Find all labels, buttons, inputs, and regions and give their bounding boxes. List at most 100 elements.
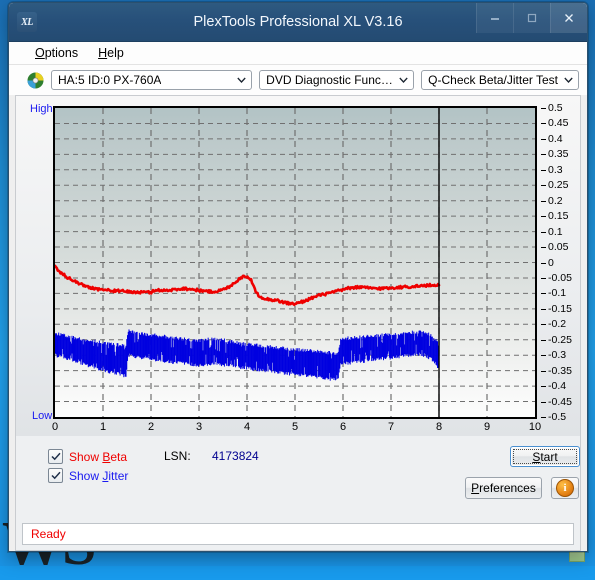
y-axis-tick-mark <box>541 154 546 156</box>
y-axis-tick-label: -0.15 <box>548 302 572 315</box>
x-axis-tick-label: 2 <box>147 421 155 433</box>
y-axis-tick-mark <box>541 293 546 295</box>
menu-bar: Options Help <box>9 42 587 65</box>
y-axis-tick-mark <box>541 308 546 310</box>
test-select-value: Q-Check Beta/Jitter Test <box>428 73 558 87</box>
chevron-down-icon <box>237 77 246 83</box>
y-axis-tick-mark <box>541 417 546 418</box>
application-window: XL PlexTools Professional XL V3.16 Optio… <box>8 2 588 552</box>
disc-icon <box>27 72 44 88</box>
content-panel: High Low 0.5 0.45 0.4 0.35 0.3 0.25 0.2 0.15 0.1… <box>15 95 581 551</box>
y-axis-tick-label: 0.3 <box>548 163 563 176</box>
x-axis-tick-label: 1 <box>99 421 107 433</box>
drive-select[interactable]: HA:5 ID:0 PX-760A <box>51 70 253 90</box>
show-jitter-checkbox-row[interactable]: Show Jitter <box>48 468 128 483</box>
x-axis-tick-label: 5 <box>291 421 299 433</box>
menu-item-options[interactable]: Options <box>35 46 78 60</box>
y-axis-tick-label: 0 <box>548 256 554 269</box>
y-axis-tick-label: -0.05 <box>548 271 572 284</box>
y-axis-tick-label: -0.5 <box>548 411 567 423</box>
minimize-icon[interactable] <box>476 3 513 33</box>
lsn-value: 4173824 <box>212 449 259 463</box>
y-axis-tick-mark <box>541 401 546 403</box>
y-axis-tick-mark <box>541 247 546 249</box>
show-jitter-label: Show Jitter <box>69 468 129 483</box>
y-axis-tick-label: -0.35 <box>548 364 572 377</box>
x-axis-tick-label: 6 <box>339 421 347 433</box>
show-beta-label-rest: eta <box>110 449 128 464</box>
x-axis-tick-label: 8 <box>435 421 443 433</box>
y-axis-tick-mark <box>541 169 546 171</box>
y-axis-tick-mark <box>541 200 546 202</box>
preferences-button-label: Preferences <box>471 481 536 495</box>
preferences-button-label-rest: references <box>479 481 536 495</box>
drive-select-value: HA:5 ID:0 PX-760A <box>58 73 162 87</box>
y-axis-tick-label: 0.15 <box>548 210 569 223</box>
y-axis-tick-label: 0.05 <box>548 241 569 254</box>
menu-item-options-label: ptions <box>44 46 79 60</box>
y-axis-tick-label: 0.45 <box>548 117 569 130</box>
chart-plot-area[interactable] <box>53 106 537 419</box>
info-icon: i <box>556 479 574 497</box>
y-axis-tick-mark <box>541 185 546 187</box>
chevron-down-icon <box>399 77 408 83</box>
status-text: Ready <box>31 527 66 541</box>
y-axis-tick-label: 0.4 <box>548 132 563 145</box>
y-axis-tick-mark <box>541 231 546 233</box>
y-axis-tick-label: -0.3 <box>548 349 567 362</box>
close-icon[interactable] <box>550 3 587 33</box>
y-axis-tick-label: 0.5 <box>548 102 563 114</box>
y-axis-tick-label: 0.25 <box>548 179 569 192</box>
info-button[interactable]: i <box>551 477 579 499</box>
focus-ring <box>513 449 577 464</box>
graph-panel: High Low 0.5 0.45 0.4 0.35 0.3 0.25 0.2 0.15 0.1… <box>16 96 580 436</box>
status-bar: Ready <box>22 523 574 545</box>
x-axis-tick-label: 9 <box>483 421 491 433</box>
axis-label-high: High <box>30 103 53 115</box>
y-axis-tick-label: 0.2 <box>548 194 563 207</box>
y-axis-tick-mark <box>541 339 546 341</box>
checkmark-icon <box>50 471 61 480</box>
y-axis-tick-label: 0.35 <box>548 148 569 161</box>
y-axis-tick-mark <box>541 108 546 109</box>
title-bar[interactable]: XL PlexTools Professional XL V3.16 <box>9 3 587 42</box>
toolbar: HA:5 ID:0 PX-760A DVD Diagnostic Functio… <box>9 65 587 95</box>
y-axis-tick-label: -0.4 <box>548 380 567 393</box>
y-axis-tick-mark <box>541 370 546 372</box>
window-button-group <box>476 3 587 41</box>
y-axis-tick-mark <box>541 216 546 218</box>
x-axis-tick-label: 3 <box>195 421 203 433</box>
controls-area: Show Beta Show Jitter LSN: 4173824 Start… <box>16 436 580 519</box>
y-axis-tick-label: -0.2 <box>548 318 567 331</box>
show-jitter-checkbox[interactable] <box>48 468 63 483</box>
show-beta-checkbox[interactable] <box>48 449 63 464</box>
show-beta-label: Show Beta <box>69 449 128 464</box>
y-axis-tick-mark <box>541 138 546 140</box>
chart-svg <box>55 108 535 417</box>
test-select[interactable]: Q-Check Beta/Jitter Test <box>421 70 579 90</box>
show-jitter-label-rest: itter <box>108 468 129 483</box>
y-axis-tick-mark <box>541 277 546 279</box>
y-axis-tick-mark <box>541 355 546 357</box>
preferences-button[interactable]: Preferences <box>465 477 542 499</box>
y-axis-tick-mark <box>541 123 546 125</box>
x-axis-tick-label: 10 <box>528 421 542 433</box>
x-axis-tick-label: 4 <box>243 421 251 433</box>
y-axis-tick-label: -0.45 <box>548 395 572 408</box>
start-button[interactable]: Start <box>510 446 580 467</box>
maximize-icon[interactable] <box>513 3 550 33</box>
y-axis-tick-label: -0.1 <box>548 287 567 300</box>
menu-item-help-label: elp <box>107 46 124 60</box>
plot-wrapper <box>53 106 537 419</box>
y-axis-ticks: 0.5 0.45 0.4 0.35 0.3 0.25 0.2 0.15 0.1 0.05 0 -0.0… <box>541 102 580 423</box>
show-beta-checkbox-row[interactable]: Show Beta <box>48 449 127 464</box>
lsn-label: LSN: <box>164 449 191 463</box>
menu-item-help[interactable]: Help <box>98 46 124 60</box>
chevron-down-icon <box>564 77 573 83</box>
y-axis-tick-mark <box>541 386 546 388</box>
xl-logo-icon: XL <box>17 12 37 32</box>
function-select[interactable]: DVD Diagnostic Functions <box>259 70 415 90</box>
function-select-value: DVD Diagnostic Functions <box>266 73 394 87</box>
checkmark-icon <box>50 452 61 461</box>
x-axis-ticks: 0 1 2 3 4 5 6 7 8 9 10 <box>52 421 541 437</box>
